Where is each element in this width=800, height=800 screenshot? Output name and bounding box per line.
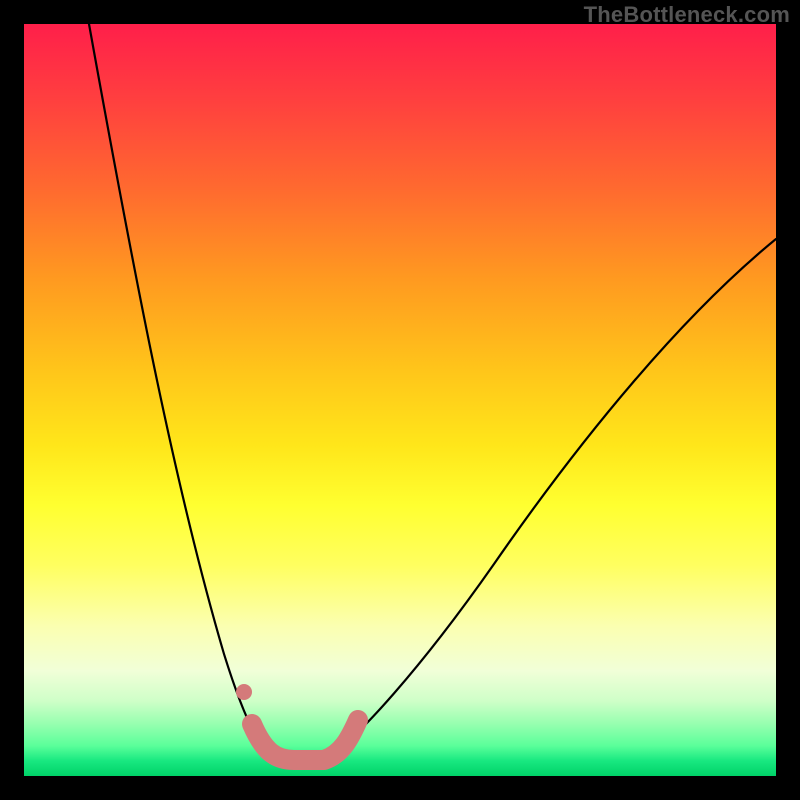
marker-stroke bbox=[252, 720, 358, 760]
marker-dot bbox=[236, 684, 252, 700]
curve-left bbox=[89, 24, 279, 759]
curve-right bbox=[324, 239, 776, 759]
chart-overlay bbox=[24, 24, 776, 776]
